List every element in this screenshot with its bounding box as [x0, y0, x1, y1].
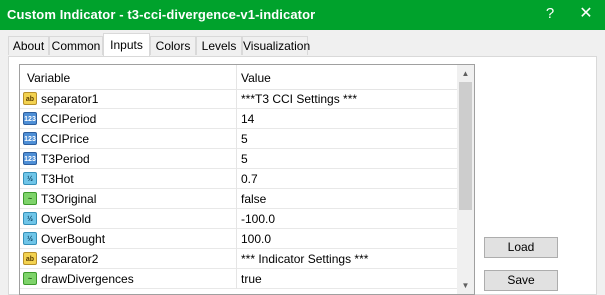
integer-type-icon: 123	[23, 112, 37, 125]
variable-name: separator2	[41, 252, 99, 266]
tab-visualization[interactable]: Visualization	[242, 36, 310, 55]
column-divider	[236, 249, 237, 269]
integer-type-icon: 123	[23, 152, 37, 165]
variable-value[interactable]: 100.0	[241, 232, 271, 246]
table-row[interactable]: 123 CCIPeriod 14	[20, 109, 457, 129]
column-divider	[236, 129, 237, 149]
table-row[interactable]: ~ T3Original false	[20, 189, 457, 209]
column-divider[interactable]	[236, 65, 237, 89]
variable-value[interactable]: -100.0	[241, 212, 275, 226]
table-row[interactable]: ½ OverSold -100.0	[20, 209, 457, 229]
tab-about[interactable]: About	[8, 36, 49, 55]
variable-value[interactable]: true	[241, 272, 262, 286]
variable-value[interactable]: ***T3 CCI Settings ***	[241, 92, 357, 106]
variable-name: T3Period	[41, 152, 90, 166]
close-button[interactable]: ✕	[575, 3, 597, 25]
string-type-icon: ab	[23, 92, 37, 105]
help-button[interactable]: ?	[540, 4, 560, 24]
variable-name: CCIPrice	[41, 132, 90, 146]
column-divider	[236, 169, 237, 189]
column-divider	[236, 89, 237, 109]
variable-value[interactable]: 14	[241, 112, 254, 126]
title-bar: Custom Indicator - t3-cci-divergence-v1-…	[0, 0, 605, 30]
double-type-icon: ½	[23, 172, 37, 185]
column-divider	[236, 189, 237, 209]
table-row[interactable]: ~ drawDivergences true	[20, 269, 457, 289]
column-divider	[236, 209, 237, 229]
variable-value[interactable]: 0.7	[241, 172, 258, 186]
variable-name: CCIPeriod	[41, 112, 97, 126]
double-type-icon: ½	[23, 232, 37, 245]
table-row[interactable]: 123 CCIPrice 5	[20, 129, 457, 149]
column-divider	[236, 149, 237, 169]
variable-name: separator1	[41, 92, 99, 106]
variable-name: T3Hot	[41, 172, 74, 186]
double-type-icon: ½	[23, 212, 37, 225]
table-row[interactable]: ab separator2 *** Indicator Settings ***	[20, 249, 457, 269]
tab-inputs[interactable]: Inputs	[103, 33, 150, 56]
vertical-scrollbar[interactable]: ▲ ▼	[457, 65, 474, 294]
variable-name: OverBought	[41, 232, 106, 246]
scroll-thumb[interactable]	[459, 82, 472, 210]
scroll-down-arrow-icon[interactable]: ▼	[457, 277, 474, 294]
load-button[interactable]: Load	[484, 237, 558, 258]
variable-value[interactable]: *** Indicator Settings ***	[241, 252, 368, 266]
boolean-type-icon: ~	[23, 272, 37, 285]
window-title: Custom Indicator - t3-cci-divergence-v1-…	[7, 7, 316, 22]
column-divider	[236, 269, 237, 289]
column-header-value[interactable]: Value	[241, 71, 271, 85]
inputs-grid: Variable Value ab separator1 ***T3 CCI S…	[19, 64, 475, 295]
grid-header: Variable Value	[20, 65, 457, 90]
boolean-type-icon: ~	[23, 192, 37, 205]
variable-name: drawDivergences	[41, 272, 134, 286]
table-row[interactable]: ab separator1 ***T3 CCI Settings ***	[20, 89, 457, 109]
tab-levels[interactable]: Levels	[196, 36, 242, 55]
grid-rows: ab separator1 ***T3 CCI Settings *** 123…	[20, 89, 457, 289]
column-divider	[236, 109, 237, 129]
table-row[interactable]: 123 T3Period 5	[20, 149, 457, 169]
integer-type-icon: 123	[23, 132, 37, 145]
tab-common[interactable]: Common	[49, 36, 103, 55]
string-type-icon: ab	[23, 252, 37, 265]
column-divider	[236, 229, 237, 249]
column-header-variable[interactable]: Variable	[27, 71, 70, 85]
variable-name: T3Original	[41, 192, 97, 206]
variable-value[interactable]: 5	[241, 152, 248, 166]
table-row[interactable]: ½ OverBought 100.0	[20, 229, 457, 249]
table-row[interactable]: ½ T3Hot 0.7	[20, 169, 457, 189]
variable-value[interactable]: 5	[241, 132, 248, 146]
scroll-up-arrow-icon[interactable]: ▲	[457, 65, 474, 82]
save-button[interactable]: Save	[484, 270, 558, 291]
variable-name: OverSold	[41, 212, 92, 226]
tab-colors[interactable]: Colors	[150, 36, 196, 55]
variable-value[interactable]: false	[241, 192, 266, 206]
